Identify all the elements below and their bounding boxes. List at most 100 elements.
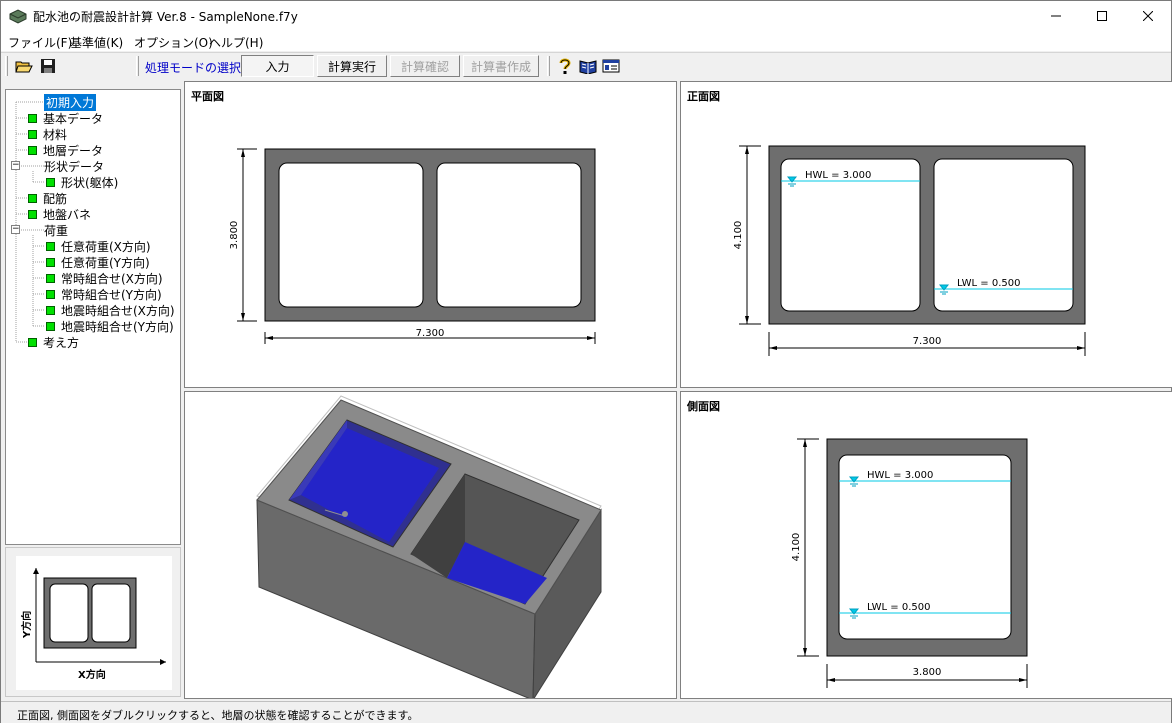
tree-item-load-x[interactable]: 任意荷重(X方向) (46, 238, 151, 254)
plan-view-pane[interactable]: 平面図 7.300 3.800 (184, 81, 677, 388)
status-square-icon (28, 193, 37, 203)
save-button[interactable] (37, 56, 59, 76)
status-square-icon (46, 257, 55, 267)
info-card-icon (602, 59, 620, 73)
maximize-icon (1097, 11, 1107, 21)
minimize-icon (1051, 15, 1061, 17)
status-square-icon (46, 289, 55, 299)
tree-label-strata-data: 地層データ (43, 143, 104, 158)
front-view-pane[interactable]: 正面図 HWL = 3.000 LWL = 0.500 7.300 4.100 (680, 81, 1172, 388)
app-window: 配水池の耐震設計計算 Ver.8 - SampleNone.f7y ファイル(F… (0, 0, 1172, 723)
minimize-button[interactable] (1033, 1, 1079, 31)
tree-label-rebar: 配筋 (43, 191, 68, 206)
status-square-icon (46, 321, 55, 331)
save-icon (41, 59, 55, 73)
collapse-load-icon[interactable]: − (11, 225, 20, 234)
side-width-label: 3.800 (913, 667, 942, 678)
tree-item-material[interactable]: 材料 (28, 126, 67, 142)
tree-item-basic-data[interactable]: 基本データ (28, 110, 103, 126)
tree-item-ground-spring[interactable]: 地盤バネ (28, 206, 91, 222)
y-direction-label: Y方向 (20, 611, 33, 639)
menu-file[interactable]: ファイル(F) (8, 34, 72, 51)
status-square-icon (28, 209, 37, 219)
close-button[interactable] (1125, 1, 1171, 31)
open-folder-button[interactable] (13, 56, 35, 76)
status-square-icon (46, 273, 55, 283)
tree-item-seismic-x[interactable]: 地震時組合せ(X方向) (46, 302, 175, 318)
front-width-label: 7.300 (913, 336, 942, 347)
run-calculation-button[interactable]: 計算実行 (317, 55, 387, 77)
front-height-label: 4.100 (733, 221, 744, 250)
orientation-svg: X方向 Y方向 (20, 568, 166, 681)
input-tree: 初期入力 基本データ 材料 地層データ − 形状データ 形状(躯体) 配筋 地盤… (5, 89, 181, 545)
orientation-panel: X方向 Y方向 (5, 547, 181, 697)
help-question-icon (559, 58, 571, 74)
status-square-icon (46, 177, 55, 187)
status-bar: 正面図, 側面図をダブルクリックすると、地層の状態を確認することができます。 (1, 701, 1171, 723)
3d-view-pane[interactable] (184, 391, 677, 699)
toolbar-grip-2 (136, 56, 139, 76)
manual-book-icon (579, 60, 597, 74)
plan-width-label: 7.300 (416, 328, 445, 339)
3d-view-drawing (256, 395, 602, 698)
create-report-button[interactable]: 計算書作成 (463, 55, 539, 77)
menu-bar: ファイル(F) 基準値(K) オプション(O) ヘルプ(H) (1, 31, 1171, 51)
tree-item-approach[interactable]: 考え方 (28, 334, 79, 350)
x-direction-label: X方向 (78, 668, 106, 681)
plan-view-drawing: 7.300 3.800 (229, 148, 596, 344)
tree-item-normal-x[interactable]: 常時組合せ(X方向) (46, 270, 163, 286)
status-square-icon (46, 305, 55, 315)
title-bar: 配水池の耐震設計計算 Ver.8 - SampleNone.f7y (1, 1, 1171, 31)
status-message: 正面図, 側面図をダブルクリックすると、地層の状態を確認することができます。 (17, 709, 419, 722)
confirm-calculation-button[interactable]: 計算確認 (390, 55, 460, 77)
help-button[interactable] (554, 56, 576, 76)
tree-label-seismic-y: 地震時組合せ(Y方向) (61, 319, 174, 334)
front-lwl-label: LWL = 0.500 (957, 278, 1020, 289)
front-view-drawing: HWL = 3.000 LWL = 0.500 7.300 4.100 (733, 145, 1086, 356)
status-square-icon (28, 129, 37, 139)
status-square-icon (28, 145, 37, 155)
mode-select-label: 処理モードの選択 (145, 61, 242, 75)
manual-button[interactable] (577, 56, 599, 76)
tree-label-basic-data: 基本データ (43, 111, 104, 126)
toolbar: 処理モードの選択 入力 計算実行 計算確認 計算書作成 (1, 52, 1171, 79)
maximize-button[interactable] (1079, 1, 1125, 31)
tree-label-ground-spring: 地盤バネ (43, 207, 92, 222)
close-icon (1143, 11, 1153, 21)
tree-item-load-y[interactable]: 任意荷重(Y方向) (46, 254, 150, 270)
status-square-icon (28, 337, 37, 347)
collapse-shape-data-icon[interactable]: − (11, 161, 20, 170)
tree-item-shape-data[interactable]: 形状データ (44, 158, 104, 174)
tree-item-normal-y[interactable]: 常時組合せ(Y方向) (46, 286, 162, 302)
menu-options[interactable]: オプション(O) (134, 34, 213, 51)
tree-label-initial-input: 初期入力 (44, 93, 97, 111)
app-icon (9, 9, 27, 24)
tree-item-initial-input[interactable]: 初期入力 (44, 93, 97, 111)
tree-label-shape-body: 形状(躯体) (61, 175, 119, 190)
info-button[interactable] (600, 56, 622, 76)
tree-item-strata-data[interactable]: 地層データ (28, 142, 103, 158)
side-view-pane[interactable]: 側面図 HWL = 3.000 LWL = 0.500 3.800 4.100 (680, 391, 1172, 699)
side-hwl-label: HWL = 3.000 (867, 470, 933, 481)
toolbar-grip-3 (547, 56, 550, 76)
orientation-diagram: X方向 Y方向 (16, 556, 172, 690)
menu-standard[interactable]: 基準値(K) (70, 34, 123, 51)
tree-label-normal-x: 常時組合せ(X方向) (61, 271, 163, 286)
plan-depth-label: 3.800 (229, 221, 240, 250)
menu-help[interactable]: ヘルプ(H) (209, 34, 263, 51)
tree-label-load: 荷重 (44, 223, 69, 238)
tree-item-rebar[interactable]: 配筋 (28, 190, 67, 206)
tree-label-approach: 考え方 (43, 335, 80, 350)
tree-label-material: 材料 (43, 127, 68, 142)
tree-item-shape-body[interactable]: 形状(躯体) (46, 174, 118, 190)
toolbar-grip (5, 56, 8, 76)
open-folder-icon (15, 61, 33, 73)
front-hwl-label: HWL = 3.000 (805, 170, 871, 181)
status-square-icon (28, 113, 37, 123)
tree-label-load-x: 任意荷重(X方向) (61, 239, 151, 254)
tree-item-seismic-y[interactable]: 地震時組合せ(Y方向) (46, 318, 174, 334)
tree-item-load[interactable]: 荷重 (44, 222, 68, 238)
input-mode-button[interactable]: 入力 (241, 55, 314, 77)
side-view-drawing: HWL = 3.000 LWL = 0.500 3.800 4.100 (791, 438, 1028, 688)
side-height-label: 4.100 (791, 533, 802, 562)
